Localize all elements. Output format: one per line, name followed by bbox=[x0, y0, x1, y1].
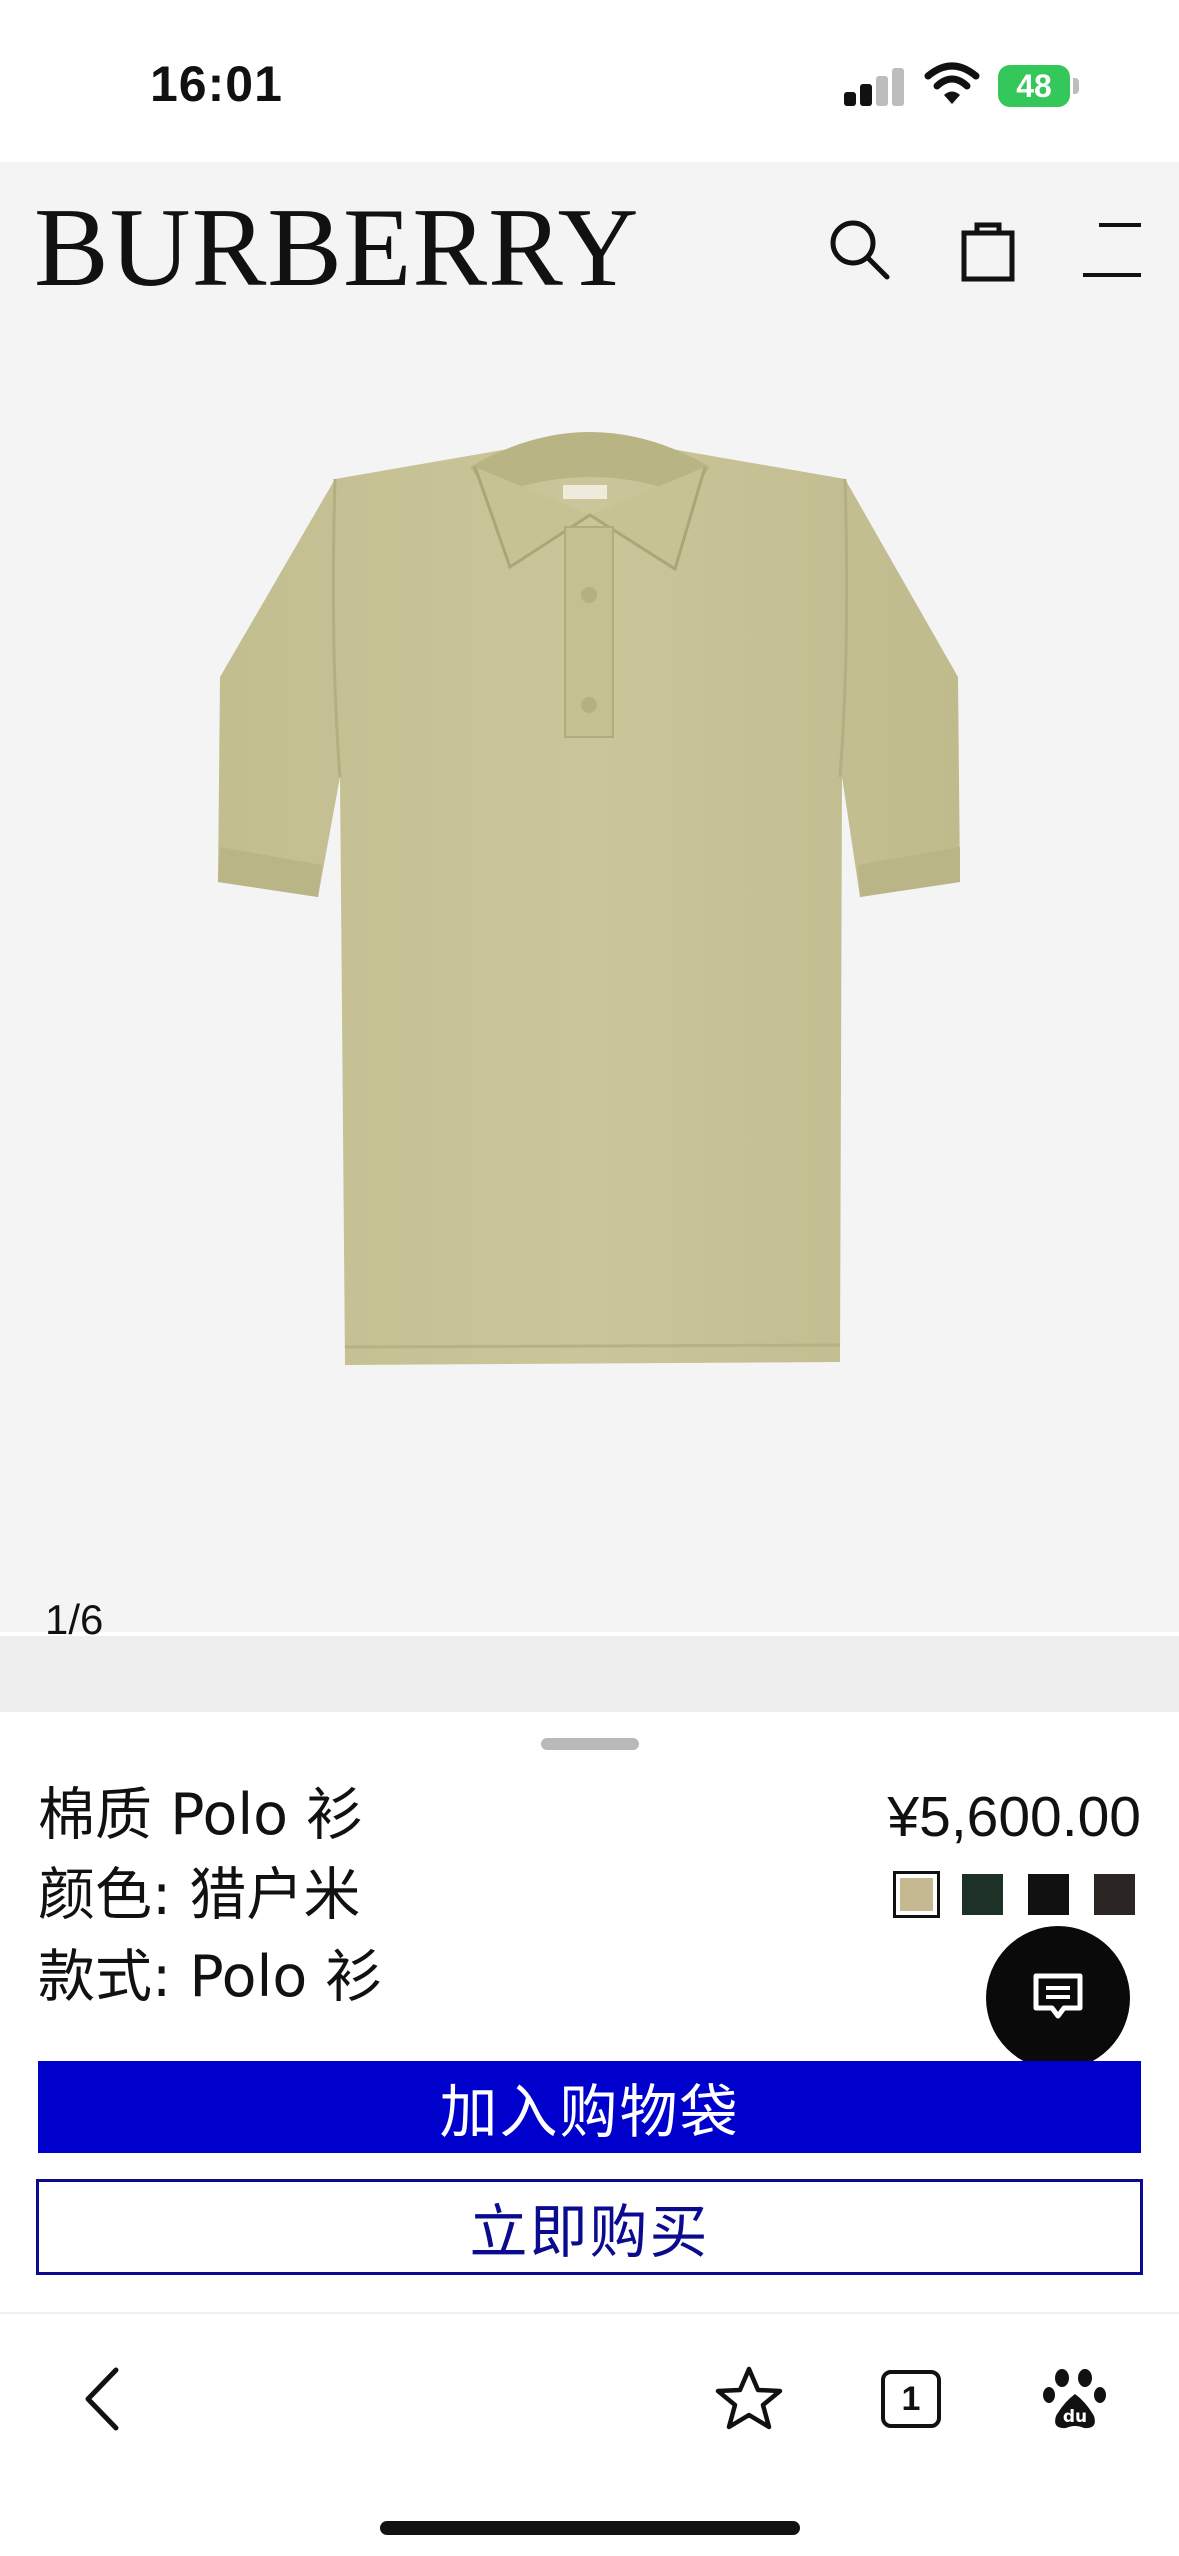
home-indicator bbox=[380, 2521, 800, 2535]
signal-icon bbox=[844, 66, 906, 106]
star-bookmark-icon[interactable] bbox=[704, 2354, 794, 2444]
status-time: 16:01 bbox=[150, 56, 283, 112]
menu-icon[interactable] bbox=[1072, 210, 1152, 290]
status-bar: 16:01 48 bbox=[0, 0, 1179, 162]
swatch-beige[interactable] bbox=[893, 1871, 940, 1918]
product-info-panel: 棉质 Polo 衫 颜色: 猎户米 款式: Polo 衫 ¥5,600.00 加… bbox=[0, 1712, 1179, 2312]
svg-text:du: du bbox=[1063, 2407, 1087, 2427]
site-header: BURBERRY bbox=[0, 162, 1179, 332]
product-style: 款式: Polo 衫 bbox=[38, 1944, 383, 2010]
baidu-paw-icon[interactable]: du bbox=[1030, 2354, 1120, 2444]
swatch-dark-green[interactable] bbox=[962, 1874, 1003, 1915]
polo-shirt-image bbox=[210, 427, 970, 1387]
brand-logo[interactable]: BURBERRY bbox=[34, 192, 640, 304]
product-gallery[interactable]: 1/6 bbox=[0, 332, 1179, 1643]
battery-cap bbox=[1073, 78, 1079, 94]
browser-toolbar: 1 du bbox=[0, 2312, 1179, 2556]
battery-charging-icon: 48 bbox=[998, 65, 1070, 107]
product-color: 颜色: 猎户米 bbox=[38, 1862, 361, 1928]
color-swatches bbox=[893, 1871, 1135, 1918]
chat-message-icon bbox=[1033, 1973, 1083, 2019]
drag-handle[interactable] bbox=[541, 1738, 639, 1750]
tab-count: 1 bbox=[881, 2370, 941, 2428]
wifi-icon bbox=[924, 62, 980, 110]
buy-now-button[interactable]: 立即购买 bbox=[36, 2179, 1143, 2275]
tabs-icon[interactable]: 1 bbox=[866, 2354, 956, 2444]
swatch-black[interactable] bbox=[1028, 1874, 1069, 1915]
swatch-dark-brown[interactable] bbox=[1094, 1874, 1135, 1915]
product-price: ¥5,600.00 bbox=[887, 1785, 1141, 1849]
chat-button[interactable] bbox=[986, 1926, 1130, 2070]
battery-level: 48 bbox=[1016, 67, 1052, 104]
back-chevron-icon[interactable] bbox=[58, 2354, 148, 2444]
gallery-bottom-strip bbox=[0, 1636, 1179, 1712]
product-name: 棉质 Polo 衫 bbox=[38, 1782, 364, 1848]
shopping-bag-icon[interactable] bbox=[948, 210, 1028, 290]
search-icon[interactable] bbox=[820, 210, 900, 290]
add-to-bag-button[interactable]: 加入购物袋 bbox=[38, 2061, 1141, 2153]
